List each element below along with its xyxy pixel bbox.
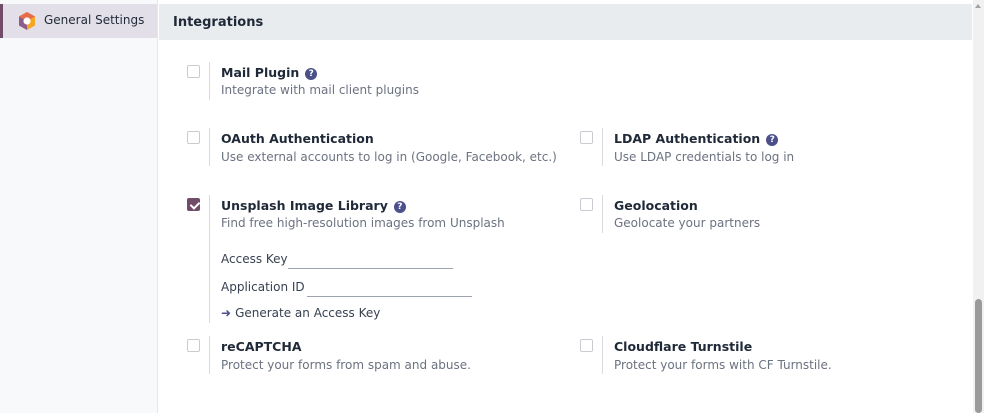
- setting-divider: [602, 195, 603, 233]
- settings-sidebar: General Settings: [0, 0, 158, 413]
- oauth-title: OAuth Authentication: [221, 131, 374, 146]
- geolocation-description: Geolocate your partners: [614, 216, 761, 230]
- mail-plugin-title: Mail Plugin?: [221, 65, 318, 80]
- section-title: Integrations: [173, 15, 264, 30]
- turnstile-checkbox[interactable]: [580, 339, 593, 352]
- arrow-right-icon: ➜: [221, 306, 232, 320]
- access-key-input[interactable]: [288, 253, 453, 269]
- scrollbar-thumb[interactable]: [975, 299, 982, 413]
- setting-divider: [602, 128, 603, 166]
- setting-divider: [602, 336, 603, 374]
- setting-divider: [209, 128, 210, 166]
- application-id-input[interactable]: [307, 281, 472, 297]
- generate-access-key-text: Generate an Access Key: [235, 306, 381, 320]
- unsplash-title-text: Unsplash Image Library: [221, 198, 388, 213]
- scroll-up-arrow-icon[interactable]: [975, 4, 981, 8]
- scrollbar[interactable]: [973, 0, 984, 413]
- geolocation-title: Geolocation: [614, 198, 698, 213]
- geolocation-checkbox[interactable]: [580, 198, 593, 211]
- recaptcha-title: reCAPTCHA: [221, 339, 302, 354]
- generate-access-key-link[interactable]: ➜ Generate an Access Key: [221, 306, 380, 320]
- unsplash-checkbox[interactable]: [187, 198, 200, 211]
- ldap-description: Use LDAP credentials to log in: [614, 150, 795, 164]
- recaptcha-description: Protect your forms from spam and abuse.: [221, 358, 471, 372]
- setting-divider: [209, 195, 210, 323]
- help-icon[interactable]: ?: [766, 134, 779, 146]
- section-header: Integrations: [159, 4, 972, 40]
- app-logo-icon: [19, 12, 35, 30]
- ldap-checkbox[interactable]: [580, 131, 593, 144]
- application-id-label: Application ID: [221, 280, 305, 294]
- oauth-description: Use external accounts to log in (Google,…: [221, 150, 557, 164]
- unsplash-description: Find free high-resolution images from Un…: [221, 216, 505, 230]
- unsplash-title: Unsplash Image Library?: [221, 198, 406, 213]
- turnstile-description: Protect your forms with CF Turnstile.: [614, 358, 832, 372]
- setting-divider: [209, 336, 210, 374]
- recaptcha-checkbox[interactable]: [187, 339, 200, 352]
- oauth-checkbox[interactable]: [187, 131, 200, 144]
- mail-plugin-description: Integrate with mail client plugins: [221, 83, 419, 97]
- access-key-label: Access Key: [221, 252, 288, 266]
- mail-plugin-title-text: Mail Plugin: [221, 65, 300, 80]
- help-icon[interactable]: ?: [305, 68, 318, 80]
- settings-main: Integrations Mail Plugin? Integrate with…: [159, 0, 972, 413]
- mail-plugin-checkbox[interactable]: [187, 65, 200, 78]
- turnstile-title: Cloudflare Turnstile: [614, 339, 753, 354]
- sidebar-item-general-settings[interactable]: General Settings: [0, 4, 157, 38]
- sidebar-item-label: General Settings: [44, 13, 145, 27]
- ldap-title-text: LDAP Authentication: [614, 131, 761, 146]
- ldap-title: LDAP Authentication?: [614, 131, 779, 146]
- help-icon[interactable]: ?: [393, 201, 406, 213]
- setting-divider: [209, 62, 210, 100]
